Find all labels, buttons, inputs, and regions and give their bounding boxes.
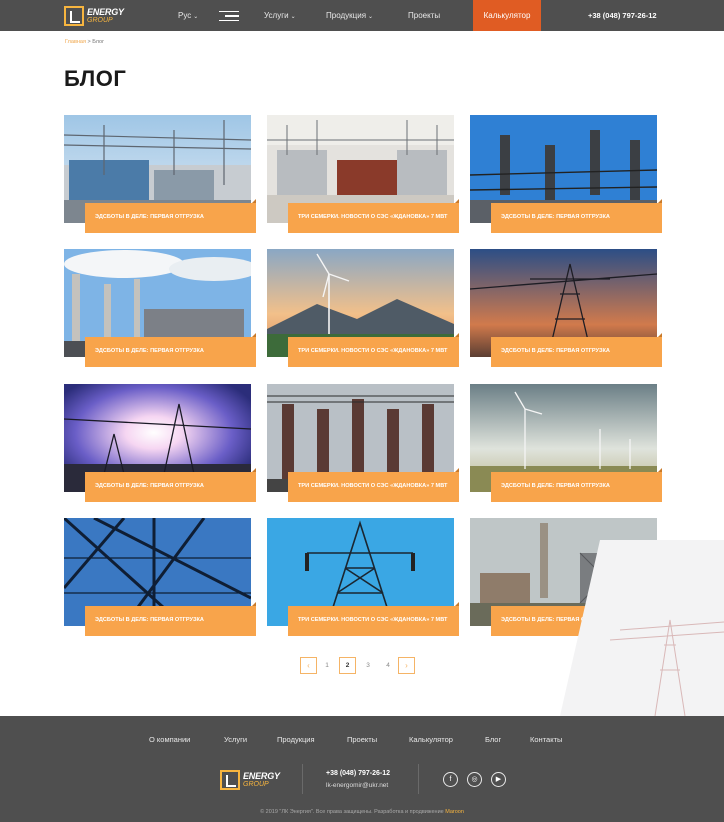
nav-services[interactable]: Услуги ⌄ <box>264 0 296 31</box>
card-caption: ТРИ СЕМЕРКИ. НОВОСТИ О СЭС «ЖДАНОВКА» 7 … <box>288 199 459 233</box>
footer-nav: О компании Услуги Продукция Проекты Каль… <box>0 735 724 749</box>
blog-card[interactable]: ТРИ СЕМЕРКИ. НОВОСТИ О СЭС «ЖДАНОВКА» 7 … <box>267 518 459 636</box>
footer-divider <box>302 764 303 794</box>
youtube-icon[interactable]: ▶ <box>491 772 506 787</box>
page-link[interactable]: 4 <box>378 657 398 674</box>
footer-logo[interactable]: ENERGY GROUP <box>220 767 282 793</box>
blog-card[interactable]: ТРИ СЕМЕРКИ. НОВОСТИ О СЭС «ЖДАНОВКА» 7 … <box>267 249 459 367</box>
power-line-decoration <box>560 540 724 716</box>
footer-nav-calculator[interactable]: Калькулятор <box>409 735 453 744</box>
blog-card[interactable]: ЭДСБОТЫ В ДЕЛЕ: ПЕРВАЯ ОТГРУЗКА <box>470 115 662 233</box>
footer-nav-about[interactable]: О компании <box>149 735 190 744</box>
instagram-icon[interactable]: ◎ <box>467 772 482 787</box>
blog-card[interactable]: ЭДСБОТЫ В ДЕЛЕ: ПЕРВАЯ ОТГРУЗКА <box>64 518 256 636</box>
logo-mark-icon <box>220 770 240 790</box>
chevron-down-icon: ⌄ <box>193 14 199 20</box>
nav-projects[interactable]: Проекты <box>408 0 440 31</box>
card-caption: ТРИ СЕМЕРКИ. НОВОСТИ О СЭС «ЖДАНОВКА» 7 … <box>288 602 459 636</box>
pagination: ‹ 1 2 3 4 › <box>300 657 415 674</box>
footer-nav-products[interactable]: Продукция <box>277 735 315 744</box>
next-page-button[interactable]: › <box>398 657 415 674</box>
nav-products[interactable]: Продукция ⌄ <box>326 0 373 31</box>
footer-nav-blog[interactable]: Блог <box>485 735 501 744</box>
card-caption: ЭДСБОТЫ В ДЕЛЕ: ПЕРВАЯ ОТГРУЗКА <box>491 468 662 502</box>
chevron-down-icon: ⌄ <box>290 14 296 20</box>
header-phone[interactable]: +38 (048) 797-26-12 <box>588 0 657 31</box>
developer-link[interactable]: Maroon <box>445 809 464 815</box>
logo-text-line2: GROUP <box>243 781 269 788</box>
card-caption: ТРИ СЕМЕРКИ. НОВОСТИ О СЭС «ЖДАНОВКА» 7 … <box>288 333 459 367</box>
blog-card[interactable]: ЭДСБОТЫ В ДЕЛЕ: ПЕРВАЯ ОТГРУЗКА <box>64 384 256 502</box>
chevron-down-icon: ⌄ <box>368 14 374 20</box>
site-footer: О компании Услуги Продукция Проекты Каль… <box>0 716 724 822</box>
facebook-icon[interactable]: f <box>443 772 458 787</box>
footer-nav-projects[interactable]: Проекты <box>347 735 377 744</box>
blog-card[interactable]: ЭДСБОТЫ В ДЕЛЕ: ПЕРВАЯ ОТГРУЗКА <box>64 249 256 367</box>
logo-text-line1: ENERGY <box>87 7 124 17</box>
language-select[interactable]: Рус ⌄ <box>178 0 198 31</box>
copyright: © 2019 "ЛК Энергия". Все права защищены.… <box>260 809 464 815</box>
blog-card[interactable]: ТРИ СЕМЕРКИ. НОВОСТИ О СЭС «ЖДАНОВКА» 7 … <box>267 384 459 502</box>
card-caption: ЭДСБОТЫ В ДЕЛЕ: ПЕРВАЯ ОТГРУЗКА <box>491 199 662 233</box>
footer-nav-contacts[interactable]: Контакты <box>530 735 562 744</box>
footer-nav-services[interactable]: Услуги <box>224 735 247 744</box>
logo-text-line2: GROUP <box>87 17 113 24</box>
blog-card[interactable]: ЭДСБОТЫ В ДЕЛЕ: ПЕРВАЯ ОТГРУЗКА <box>470 249 662 367</box>
card-caption: ТРИ СЕМЕРКИ. НОВОСТИ О СЭС «ЖДАНОВКА» 7 … <box>288 468 459 502</box>
card-caption: ЭДСБОТЫ В ДЕЛЕ: ПЕРВАЯ ОТГРУЗКА <box>85 333 256 367</box>
blog-card[interactable]: ТРИ СЕМЕРКИ. НОВОСТИ О СЭС «ЖДАНОВКА» 7 … <box>267 115 459 233</box>
card-caption: ЭДСБОТЫ В ДЕЛЕ: ПЕРВАЯ ОТГРУЗКА <box>491 333 662 367</box>
blog-card[interactable]: ЭДСБОТЫ В ДЕЛЕ: ПЕРВАЯ ОТГРУЗКА <box>64 115 256 233</box>
blog-card[interactable]: ЭДСБОТЫ В ДЕЛЕ: ПЕРВАЯ ОТГРУЗКА <box>470 384 662 502</box>
footer-email[interactable]: lk-energomir@ukr.net <box>326 782 388 789</box>
footer-phone[interactable]: +38 (048) 797-26-12 <box>326 770 390 777</box>
footer-divider <box>418 764 419 794</box>
site-logo[interactable]: ENERGY GROUP <box>64 3 126 29</box>
nav-calculator[interactable]: Калькулятор <box>473 0 541 31</box>
page-link-current[interactable]: 2 <box>339 657 356 674</box>
logo-text-line1: ENERGY <box>243 771 280 781</box>
card-caption: ЭДСБОТЫ В ДЕЛЕ: ПЕРВАЯ ОТГРУЗКА <box>85 468 256 502</box>
card-caption: ЭДСБОТЫ В ДЕЛЕ: ПЕРВАЯ ОТГРУЗКА <box>85 602 256 636</box>
breadcrumb-separator: > <box>87 39 91 45</box>
page-link[interactable]: 3 <box>358 657 378 674</box>
page-title: БЛОГ <box>64 66 127 91</box>
breadcrumb: Главная > Блог <box>65 39 104 45</box>
logo-mark-icon <box>64 6 84 26</box>
page-link[interactable]: 1 <box>317 657 337 674</box>
card-caption: ЭДСБОТЫ В ДЕЛЕ: ПЕРВАЯ ОТГРУЗКА <box>85 199 256 233</box>
breadcrumb-home[interactable]: Главная <box>65 39 86 45</box>
prev-page-button[interactable]: ‹ <box>300 657 317 674</box>
menu-burger-icon[interactable] <box>219 11 239 22</box>
site-header: ENERGY GROUP Рус ⌄ Услуги ⌄ Продукция ⌄ Про… <box>0 0 724 31</box>
breadcrumb-current: Блог <box>92 39 105 45</box>
